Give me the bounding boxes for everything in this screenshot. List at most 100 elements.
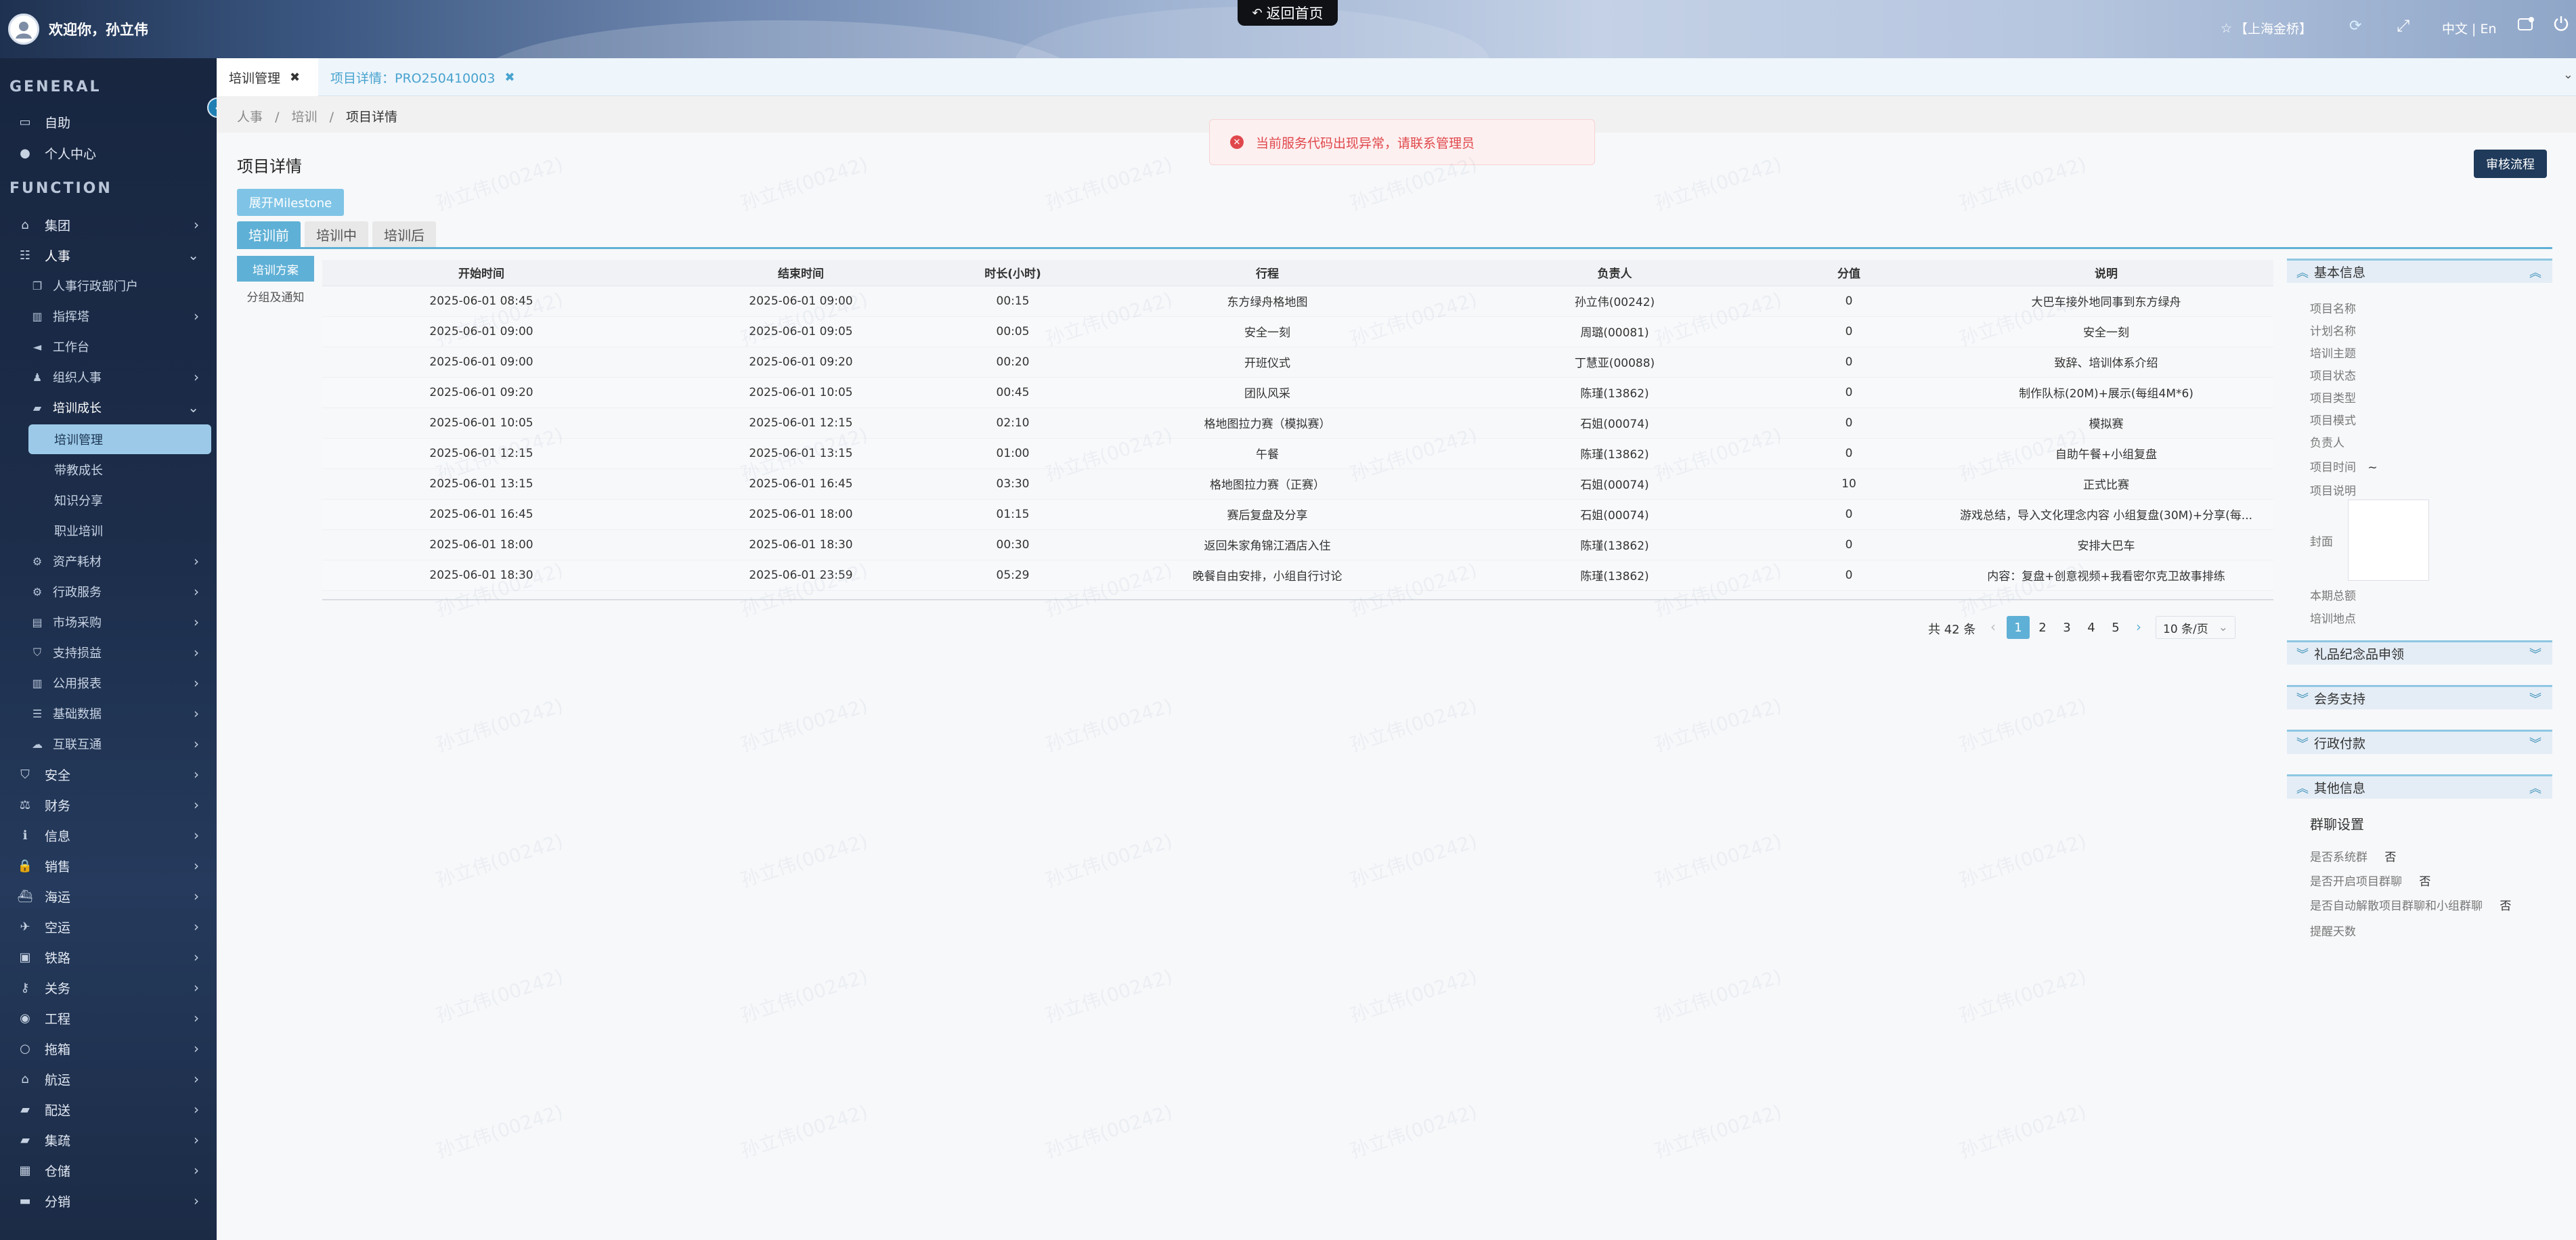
pagination-page[interactable]: 4	[2080, 616, 2103, 639]
table-row[interactable]: 2025-06-01 18:00 2025-06-01 18:30 00:30 返回朱…	[322, 529, 2273, 560]
table-row[interactable]: 2025-06-01 09:00 2025-06-01 09:05 00:05 安全一…	[322, 316, 2273, 347]
panel-conference-header[interactable]: ︾ 会务支持 ︾	[2287, 685, 2552, 709]
sidebar-item[interactable]: ⚙ 资产耗材 ›	[0, 548, 217, 575]
sidebar-item[interactable]: ⛉ 安全 ›	[0, 761, 217, 788]
tab-project-detail[interactable]: 项目详情：PRO250410003 ✖	[318, 58, 542, 96]
sidebar-item[interactable]: ⛉ 支持损益 ›	[0, 639, 217, 666]
sidebar-item-training-management[interactable]: 培训管理	[0, 426, 217, 453]
panel-gift-header[interactable]: ︾ 礼品纪念品申领 ︾	[2287, 640, 2552, 665]
submenu-grouping-notice[interactable]: 分组及通知	[237, 283, 314, 309]
pagination-page[interactable]: 5	[2104, 616, 2127, 639]
sidebar-item[interactable]: ⌂ 航运 ›	[0, 1065, 217, 1092]
sidebar-item[interactable]: ▰ 配送 ›	[0, 1096, 217, 1123]
table-row[interactable]: 2025-06-01 16:45 2025-06-01 18:00 01:15 赛后复…	[322, 499, 2273, 530]
pagination-page[interactable]: 3	[2055, 616, 2078, 639]
tab-training-management[interactable]: 培训管理 ✖	[217, 58, 318, 96]
breadcrumb-item[interactable]: 培训	[292, 110, 318, 125]
column-header[interactable]: 时长(小时)	[961, 260, 1064, 286]
home-button[interactable]: ↶ 返回首页	[1238, 0, 1338, 26]
table-row[interactable]: 2025-06-01 10:05 2025-06-01 12:15 02:10 格地图…	[322, 407, 2273, 439]
sidebar-item[interactable]: ⚙ 行政服务 ›	[0, 578, 217, 605]
phase-tab-post[interactable]: 培训后	[372, 221, 436, 247]
table-row[interactable]: 2025-06-01 12:15 2025-06-01 13:15 01:00 午餐陈…	[322, 438, 2273, 469]
location-selector[interactable]: ☆ 【上海金桥】	[2221, 19, 2312, 37]
sidebar-item[interactable]: ▦ 仓储 ›	[0, 1157, 217, 1184]
review-flow-button[interactable]: 审核流程	[2474, 150, 2547, 178]
sidebar-item[interactable]: ☰ 基础数据 ›	[0, 700, 217, 727]
book-icon: ▰	[32, 401, 42, 414]
pagination-page[interactable]: 1	[2007, 616, 2030, 639]
table-row[interactable]: 2025-06-01 09:20 2025-06-01 10:05 00:45 团队风…	[322, 377, 2273, 408]
column-header[interactable]: 结束时间	[640, 260, 961, 286]
sidebar-item-group[interactable]: ⌂ 集团 ›	[0, 211, 217, 238]
sidebar-item[interactable]: ⚷ 关务 ›	[0, 974, 217, 1001]
pagination-prev-icon[interactable]: ‹	[1990, 619, 1996, 635]
table-row[interactable]: 2025-06-01 08:45 2025-06-01 09:00 00:15 东方绿…	[322, 286, 2273, 317]
table-cell: 0	[1759, 499, 1939, 530]
phase-tab-during[interactable]: 培训中	[305, 221, 368, 247]
sidebar-item[interactable]: ⚖ 财务 ›	[0, 791, 217, 818]
table-cell: 致辞、培训体系介绍	[1939, 347, 2273, 378]
sidebar-item[interactable]: ◉ 工程 ›	[0, 1004, 217, 1032]
sidebar-item[interactable]: ☁ 互联互通 ›	[0, 730, 217, 757]
sidebar-item-self-service[interactable]: ▭ 自助	[0, 108, 217, 135]
sidebar-item-personal-center[interactable]: ● 个人中心	[0, 139, 217, 167]
cover-image-placeholder[interactable]	[2348, 500, 2429, 581]
refresh-icon[interactable]: ⟳	[2349, 18, 2361, 35]
fullscreen-icon[interactable]: ⤢	[2397, 16, 2409, 35]
column-header[interactable]: 负责人	[1470, 260, 1759, 286]
close-icon[interactable]: ✖	[504, 70, 515, 85]
field-system-group: 是否系统群 否	[2310, 847, 2396, 864]
sidebar-item-label: 工程	[45, 1011, 71, 1027]
sidebar-item-mentoring[interactable]: 带教成长	[0, 456, 217, 483]
column-header[interactable]: 开始时间	[322, 260, 640, 286]
panel-other-info-header[interactable]: ︽ 其他信息 ︽	[2287, 774, 2552, 799]
sidebar-item-career-training[interactable]: 职业培训	[0, 517, 217, 544]
panel-payment-header[interactable]: ︾ 行政付款 ︾	[2287, 730, 2552, 754]
power-icon[interactable]	[2552, 15, 2570, 32]
chevron-right-icon: ›	[194, 888, 199, 904]
pagination-next-icon[interactable]: ›	[2136, 619, 2141, 635]
panel-basic-info-header[interactable]: ︽ 基本信息 ︽	[2287, 259, 2552, 283]
sidebar-item-knowledge-share[interactable]: 知识分享	[0, 487, 217, 514]
pagination-page[interactable]: 2	[2031, 616, 2054, 639]
sidebar-item[interactable]: ℹ 信息 ›	[0, 822, 217, 849]
sidebar-item-hr[interactable]: ☷ 人事 ⌄	[0, 242, 217, 269]
sidebar-item[interactable]: ✈ 空运 ›	[0, 913, 217, 940]
phase-tab-pre[interactable]: 培训前	[237, 221, 301, 247]
sidebar-item-workbench[interactable]: ◄ 工作台	[0, 333, 217, 360]
table-row[interactable]: 2025-06-01 18:30 2025-06-01 23:59 05:29 晚餐自…	[322, 560, 2273, 591]
sidebar-item-training-growth[interactable]: ▰ 培训成长 ⌄	[0, 394, 217, 421]
close-icon[interactable]: ✖	[290, 70, 300, 85]
sidebar-item[interactable]: 🔒 销售 ›	[0, 852, 217, 879]
sidebar-item[interactable]: ⛴ 海运 ›	[0, 883, 217, 910]
phase-tab-underline	[237, 247, 2552, 249]
sidebar-item[interactable]: ▰ 集疏 ›	[0, 1126, 217, 1153]
avatar[interactable]	[8, 14, 39, 45]
table-row[interactable]: 2025-06-01 13:15 2025-06-01 16:45 03:30 格地图…	[322, 468, 2273, 500]
submenu-training-plan[interactable]: 培训方案	[237, 256, 314, 282]
field-label: 项目类型	[2310, 392, 2356, 405]
sidebar-item[interactable]: ▥ 公用报表 ›	[0, 669, 217, 696]
error-message: 当前服务代码出现异常，请联系管理员	[1256, 135, 1475, 151]
sidebar-item[interactable]: ▤ 市场采购 ›	[0, 608, 217, 636]
table-cell: 赛后复盘及分享	[1064, 499, 1470, 530]
page-size-select[interactable]: 10 条/页 ⌄	[2156, 616, 2235, 639]
sidebar-item-org-hr[interactable]: ♟ 组织人事 ›	[0, 363, 217, 391]
expand-milestone-button[interactable]: 展开Milestone	[237, 189, 344, 216]
language-switch[interactable]: 中文 | En	[2442, 19, 2497, 37]
table-cell: 2025-06-01 12:15	[640, 407, 961, 439]
column-header[interactable]: 说明	[1939, 260, 2273, 286]
sidebar-item[interactable]: ▣ 铁路 ›	[0, 944, 217, 971]
sidebar-item[interactable]: ○ 拖箱 ›	[0, 1035, 217, 1062]
column-header[interactable]: 行程	[1064, 260, 1470, 286]
table-cell: 2025-06-01 09:20	[322, 377, 640, 408]
sidebar-item[interactable]: ▬ 分销 ›	[0, 1187, 217, 1214]
sidebar-item-hr-portal[interactable]: ❐ 人事行政部门户	[0, 272, 217, 299]
tabs-dropdown-icon[interactable]: ⌄	[2563, 68, 2573, 82]
message-icon[interactable]	[2517, 16, 2535, 32]
breadcrumb-item[interactable]: 人事	[237, 110, 263, 125]
sidebar-item-command-tower[interactable]: ▥ 指挥塔 ›	[0, 303, 217, 330]
column-header[interactable]: 分值	[1759, 260, 1939, 286]
table-row[interactable]: 2025-06-01 09:00 2025-06-01 09:20 00:20 开班仪…	[322, 347, 2273, 378]
